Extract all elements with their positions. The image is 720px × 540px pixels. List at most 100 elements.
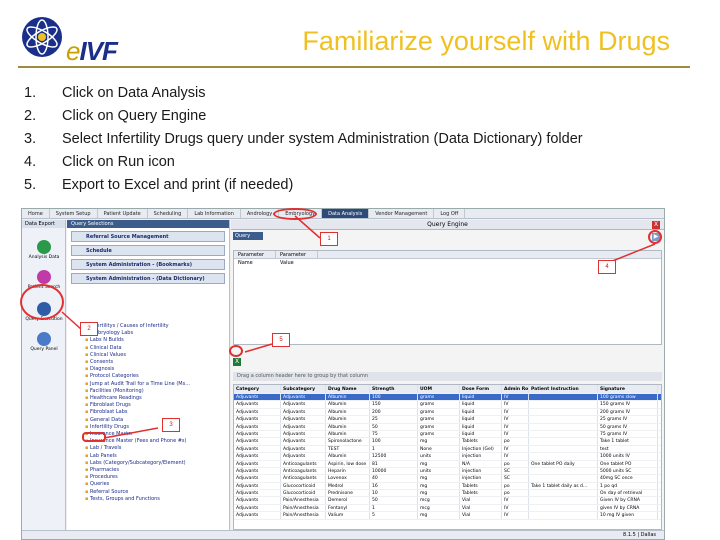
table-cell [529, 467, 598, 475]
close-icon[interactable]: X [652, 221, 660, 229]
tree-query-item[interactable]: Consents [85, 359, 190, 366]
table-row[interactable]: Adjuvants Glucocorticoid Prednisone 10 mg Tab… [234, 490, 661, 498]
menu-item[interactable]: Data Analysis [322, 209, 370, 218]
menu-item[interactable]: Home [22, 209, 50, 218]
table-row[interactable]: Adjuvants Adjuvants Albumin 150 grams liquid I… [234, 401, 661, 409]
table-row[interactable]: Adjuvants Glucocorticoid Medrol 16 mg Tablets… [234, 482, 661, 491]
tree-query-item[interactable]: Referral Source [85, 489, 190, 496]
column-header[interactable]: UOM [418, 385, 460, 393]
table-row[interactable]: Adjuvants Adjuvants Albumin 100 grams liquid I… [234, 394, 661, 402]
table-cell: Glucocorticoid [281, 490, 326, 497]
table-cell: Anticoagulants [281, 467, 326, 475]
column-header[interactable]: Admin Route [502, 385, 529, 393]
tree-query-item[interactable]: Facilities (Monitoring) [85, 388, 190, 395]
table-cell [529, 430, 598, 438]
column-header[interactable]: Subcategory [281, 385, 326, 393]
callout-3: 3 [162, 418, 180, 432]
table-cell: Adjuvants [234, 408, 281, 416]
menu-item[interactable]: Scheduling [148, 209, 189, 218]
column-header[interactable]: Category [234, 385, 281, 393]
query-tab[interactable]: Query [233, 232, 263, 240]
column-header[interactable]: Strength [370, 385, 418, 393]
table-row[interactable]: Adjuvants Anticoagulants Lovenox 40 mg inject… [234, 475, 661, 483]
tree-query-item[interactable]: Tests, Groups and Functions [85, 496, 190, 503]
slide-title: Familiarize yourself with Drugs [302, 26, 670, 56]
tree-query-item[interactable]: Embryology Labs [85, 330, 190, 337]
menu-item[interactable]: Log Off [434, 209, 466, 218]
left-nav-panel: Data Export Analysis Data Patient Search… [22, 220, 66, 539]
excel-export-icon[interactable]: X [233, 358, 241, 366]
table-cell: IV [502, 445, 529, 453]
tree-query-item[interactable]: Labs N Builds [85, 337, 190, 344]
tree-section[interactable]: Schedule [71, 245, 225, 256]
tree-query-item[interactable]: Clinical Values [85, 352, 190, 359]
column-header[interactable]: Signature [598, 385, 658, 393]
table-row[interactable]: Adjuvants Pain/Anesthesia Demerol 50 mcg Vial… [234, 497, 661, 505]
table-cell: test [598, 445, 658, 453]
table-cell: Adjuvants [234, 453, 281, 460]
table-cell: 200 grams IV [598, 408, 658, 416]
menu-item[interactable]: System Setup [50, 209, 98, 218]
table-cell: Adjuvants [234, 423, 281, 430]
highlight-infertility-drugs [82, 432, 106, 442]
table-cell: 25 grams IV [598, 416, 658, 423]
tree-query-item[interactable]: Fibroblast Labs [85, 409, 190, 416]
table-row[interactable]: Adjuvants Pain/Anesthesia Valium 5 mg Vial IV 1… [234, 512, 661, 520]
group-by-bar[interactable]: Drag a column header here to group by th… [233, 372, 662, 381]
table-cell: injection [460, 453, 502, 460]
table-cell: given IV by CRNA [598, 504, 658, 512]
column-header[interactable]: Parameter Value [276, 251, 318, 266]
table-cell: 100 [370, 394, 418, 401]
table-cell: Glucocorticoid [281, 482, 326, 490]
tree-query-item[interactable]: Lab Panels [85, 453, 190, 460]
table-row[interactable]: Adjuvants Pain/Anesthesia Fentanyl 1 mcg Vial… [234, 504, 661, 513]
tree-query-item[interactable]: Pharmacies [85, 467, 190, 474]
tree-query-item[interactable]: Diagnosis [85, 366, 190, 373]
tree-section[interactable]: Referral Source Management [71, 231, 225, 242]
tree-query-item[interactable]: Queries [85, 481, 190, 488]
table-cell: Adjuvants [234, 512, 281, 519]
tree-query-item[interactable]: Lab / Travels [85, 445, 190, 452]
table-cell: Take 1 tablet [598, 438, 658, 445]
table-row[interactable]: Adjuvants Anticoagulants Aspirin, low dose… [234, 460, 661, 468]
table-row[interactable]: Adjuvants Adjuvants Albumin 25 grams liquid IV… [234, 416, 661, 424]
table-row[interactable]: Adjuvants Adjuvants TEST 1 None Injection (Ge… [234, 445, 661, 454]
tree-query-item[interactable]: Infertilitys / Causes of Infertility [85, 323, 190, 330]
menu-item[interactable]: Lab Information [188, 209, 241, 218]
column-header[interactable]: Parameter Name [234, 251, 276, 266]
table-row[interactable]: Adjuvants Adjuvants Albumin 200 grams liquid I… [234, 408, 661, 417]
table-cell: Adjuvants [281, 453, 326, 460]
table-cell: Albumin [326, 423, 370, 430]
patient-search-icon [37, 270, 51, 284]
tree-query-item[interactable]: Jump at Audit Trail for a Time Line (Ms.… [85, 381, 190, 388]
table-cell: Adjuvants [234, 490, 281, 497]
column-header[interactable]: Drug Name [326, 385, 370, 393]
table-cell: Vial [460, 504, 502, 512]
tree-query-item[interactable]: Clinical Data [85, 345, 190, 352]
table-row[interactable]: Adjuvants Adjuvants Albumin 75 grams liquid IV… [234, 430, 661, 439]
tree-section[interactable]: System Administration - (Data Dictionary… [71, 273, 225, 284]
tree-query-item[interactable]: Protocol Categories [85, 373, 190, 380]
table-cell: 75 grams IV [598, 430, 658, 438]
table-cell: injection [460, 475, 502, 482]
table-row[interactable]: Adjuvants Anticoagulants Heparin 10000 units… [234, 467, 661, 476]
table-cell: 25 [370, 416, 418, 423]
table-row[interactable]: Adjuvants Adjuvants Spironolactone 100 mg Tab… [234, 438, 661, 446]
table-cell: Heparin [326, 467, 370, 475]
tree-query-item[interactable]: Procedures [85, 474, 190, 481]
table-row[interactable]: Adjuvants Adjuvants Albumin 50 grams liquid IV… [234, 423, 661, 431]
column-header[interactable]: Dose Form [460, 385, 502, 393]
nav-query-panel[interactable]: Query Panel [22, 332, 66, 352]
menu-item[interactable]: Vendor Management [369, 209, 435, 218]
tree-query-item[interactable]: Healthcare Readings [85, 395, 190, 402]
tree-query-item[interactable]: Labs (Category/Subcategory/Element) [85, 460, 190, 467]
tree-query-item[interactable]: Fibroblast Drugs [85, 402, 190, 409]
nav-analysis-data[interactable]: Analysis Data [22, 240, 66, 260]
table-row[interactable]: Adjuvants Adjuvants Albumin 12500 units injec… [234, 453, 661, 461]
menu-item[interactable]: Patient Update [98, 209, 148, 218]
column-header[interactable]: Patient Instruction [529, 385, 598, 393]
table-cell: mg [418, 460, 460, 467]
tree-section[interactable]: System Administration - (Bookmarks) [71, 259, 225, 270]
table-cell: Adjuvants [234, 504, 281, 512]
table-cell: Vial [460, 512, 502, 519]
